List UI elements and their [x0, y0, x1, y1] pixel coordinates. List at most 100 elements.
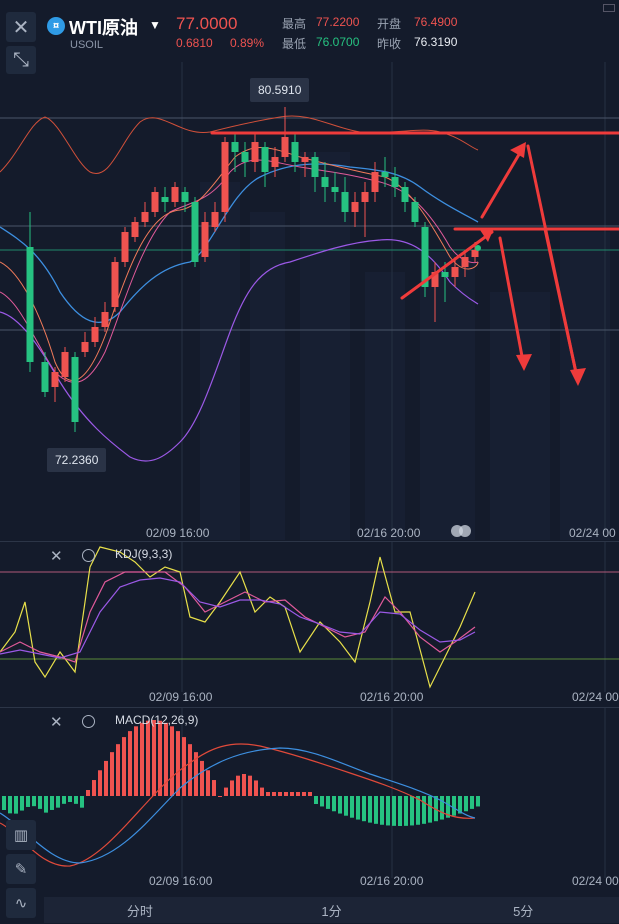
current-price-dot — [475, 245, 481, 251]
candle-body — [161, 197, 169, 202]
candle-body — [241, 152, 249, 162]
candle-body — [171, 187, 179, 202]
macd-bar — [338, 796, 342, 814]
candle-body — [26, 247, 34, 362]
macd-bar — [8, 796, 12, 814]
open-value: 76.4900 — [414, 15, 458, 29]
macd-bar — [314, 796, 318, 804]
min-price-tag: 72.2360 — [47, 448, 107, 472]
candle-body — [291, 142, 299, 162]
candle-body — [251, 142, 259, 162]
candle-body — [121, 232, 129, 262]
macd-chart[interactable] — [0, 708, 619, 896]
macd-bar — [404, 796, 408, 826]
candle-body — [381, 172, 389, 177]
candle-body — [271, 157, 279, 167]
macd-bar — [164, 722, 168, 796]
macd-bar — [38, 796, 42, 809]
macd-bar — [2, 796, 6, 810]
macd-bar — [242, 774, 246, 796]
macd-bar — [278, 792, 282, 796]
max-price-tag: 80.5910 — [250, 78, 310, 102]
high-value: 77.2200 — [316, 15, 360, 29]
kdj-x-tick-3: 02/24 00 — [572, 690, 619, 704]
candle-body — [201, 222, 209, 257]
kdj-settings-icon[interactable] — [82, 549, 95, 562]
candle-body — [471, 250, 479, 257]
candle-body — [131, 222, 139, 237]
macd-settings-icon[interactable] — [82, 715, 95, 728]
macd-bar — [20, 796, 24, 811]
macd-bar — [320, 796, 324, 807]
candle-body — [441, 272, 449, 277]
macd-bar — [326, 796, 330, 809]
up-arrow-shaft — [480, 144, 526, 219]
candle-body — [401, 187, 409, 202]
macd-bar — [470, 796, 474, 809]
macd-bar — [368, 796, 372, 823]
macd-bar — [104, 760, 108, 796]
last-price: 77.0000 — [176, 14, 238, 33]
kdj-close-icon[interactable]: ✕ — [50, 547, 63, 565]
close-icon[interactable]: ✕ — [6, 12, 36, 42]
macd-bar — [290, 792, 294, 796]
candles-icon[interactable]: ▥ — [6, 820, 36, 850]
candle-body — [71, 357, 79, 422]
macd-bar — [134, 726, 138, 796]
macd-bar — [200, 760, 204, 796]
candle-body — [61, 352, 69, 377]
macd-bar — [206, 770, 210, 796]
price-change-pct: 0.89% — [230, 36, 265, 50]
macd-bar — [308, 792, 312, 796]
macd-bar — [122, 737, 126, 796]
macd-dif-line — [0, 743, 476, 867]
macd-bar — [266, 792, 270, 796]
macd-close-icon[interactable]: ✕ — [50, 713, 63, 731]
kdj-title: KDJ(9,3,3) — [115, 547, 173, 561]
macd-title: MACD(12,26,9) — [115, 713, 199, 727]
tab-5min[interactable]: 5分 — [427, 897, 619, 923]
wave-icon[interactable]: ∿ — [6, 888, 36, 918]
candle-body — [301, 157, 309, 162]
candle-body — [111, 262, 119, 307]
macd-bar — [302, 792, 306, 796]
macd-bar — [464, 796, 468, 812]
candle-body — [231, 142, 239, 152]
macd-bar — [158, 720, 162, 796]
symbol-name[interactable]: WTI原油 — [69, 14, 138, 40]
tab-timeshare[interactable]: 分时 — [44, 897, 236, 923]
macd-bar — [74, 796, 78, 804]
kdj-chart[interactable] — [0, 542, 619, 707]
caret-down-icon[interactable]: ▼ — [149, 18, 161, 32]
candle-body — [311, 157, 319, 177]
macd-bar — [68, 796, 72, 803]
macd-bar — [356, 796, 360, 820]
main-x-tick-2: 02/16 20:00 — [357, 526, 421, 540]
timeframe-tabs: 分时 1分 5分 — [44, 897, 619, 923]
candle-body — [351, 202, 359, 212]
macd-bar — [80, 796, 84, 808]
pencil-icon[interactable]: ✎ — [6, 854, 36, 884]
candle-body — [261, 147, 269, 172]
building — [250, 212, 285, 540]
macd-bar — [44, 796, 48, 813]
macd-x-tick-1: 02/09 16:00 — [149, 874, 213, 888]
prev-close-value: 76.3190 — [414, 35, 458, 49]
macd-bar — [188, 744, 192, 796]
open-label: 开盘 — [377, 17, 402, 31]
candle-body — [181, 192, 189, 202]
link-icon — [451, 525, 471, 537]
macd-bar — [224, 787, 228, 796]
tab-1min[interactable]: 1分 — [236, 897, 428, 923]
macd-bar — [152, 720, 156, 796]
main-x-tick-1: 02/09 16:00 — [146, 526, 210, 540]
candle-body — [151, 192, 159, 212]
main-x-tick-3: 02/24 00 — [569, 526, 616, 540]
macd-bar — [140, 722, 144, 796]
macd-dea-line — [0, 747, 476, 864]
candle-body — [391, 177, 399, 187]
macd-bar — [296, 792, 300, 796]
macd-bar — [440, 796, 444, 820]
candle-body — [371, 172, 379, 192]
price-change: 0.6810 — [176, 36, 213, 50]
